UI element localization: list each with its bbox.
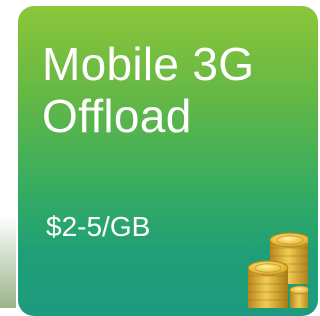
price-label: $2-5/GB (46, 211, 151, 242)
card-title-line1: Mobile 3G (42, 38, 255, 90)
card-title-line2: Offload (42, 90, 192, 142)
gold-coins-stack-icon (247, 232, 308, 308)
left-panel-edge (0, 0, 16, 308)
card-title: Mobile 3G Offload (42, 38, 254, 142)
